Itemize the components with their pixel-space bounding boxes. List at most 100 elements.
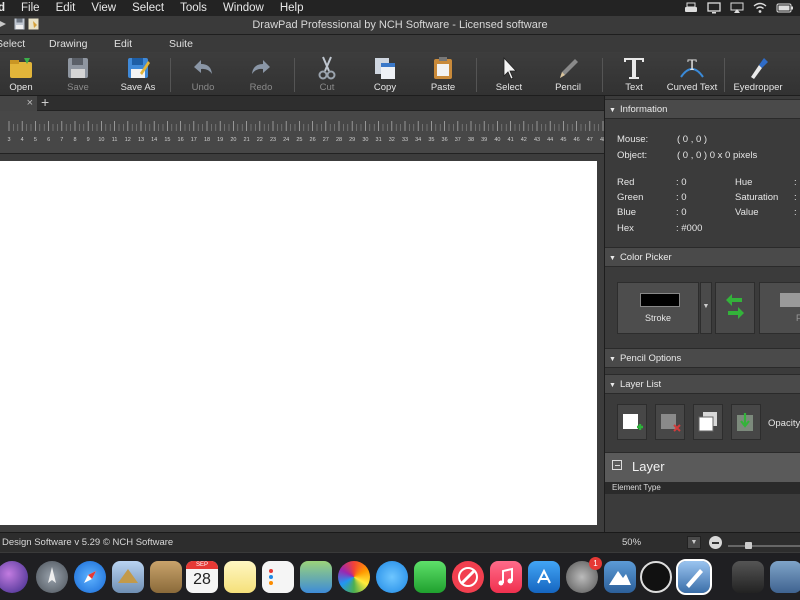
photos-icon[interactable] <box>338 561 370 593</box>
ruler-label: 4 <box>21 137 24 143</box>
zoom-slider[interactable] <box>728 545 800 547</box>
menu-help[interactable]: Help <box>272 2 312 14</box>
zoom-out-button[interactable] <box>709 536 722 549</box>
information-header[interactable]: ▼ Information <box>605 99 800 119</box>
open-button[interactable]: Open <box>4 52 38 96</box>
news-icon[interactable] <box>452 561 484 593</box>
menu-edit[interactable]: Edit <box>48 2 84 14</box>
copy-button[interactable]: Copy <box>368 52 402 96</box>
close-tab-icon[interactable]: × <box>27 96 33 110</box>
ruler-label: 44 <box>547 137 553 143</box>
ruler-label: 24 <box>283 137 289 143</box>
value-label: Value <box>735 207 759 218</box>
tab-select[interactable]: Select <box>0 38 25 50</box>
menu-view[interactable]: View <box>83 2 124 14</box>
ruler-label: 5 <box>34 137 37 143</box>
maps-icon[interactable] <box>300 561 332 593</box>
altitude-icon[interactable] <box>604 561 636 593</box>
menu-tools[interactable]: Tools <box>172 2 215 14</box>
eyedropper-button[interactable]: Eyedropper <box>733 52 783 96</box>
document-tab[interactable]: × <box>0 96 37 111</box>
safari-icon[interactable] <box>74 561 106 593</box>
duplicate-layer-icon <box>698 412 717 432</box>
zoom-dropdown[interactable]: ▼ <box>687 536 701 549</box>
menu-window[interactable]: Window <box>215 2 272 14</box>
display-icon[interactable] <box>707 2 721 14</box>
svg-text:T: T <box>687 58 697 74</box>
collapse-icon[interactable] <box>612 460 622 470</box>
merge-layer-button[interactable] <box>731 404 761 440</box>
undo-button[interactable]: Undo <box>186 52 220 96</box>
layer-list-header[interactable]: ▼ Layer List <box>605 374 800 394</box>
duplicate-layer-button[interactable] <box>693 404 723 440</box>
stroke-color-button[interactable]: Stroke <box>617 282 699 334</box>
ruler-label: 29 <box>349 137 355 143</box>
ruler-label: 8 <box>73 137 76 143</box>
app-menu[interactable]: d <box>0 2 13 14</box>
toolbar-separator <box>602 58 603 92</box>
tab-drawing[interactable]: Drawing <box>49 38 88 50</box>
save-as-button[interactable]: Save As <box>118 52 158 96</box>
drawing-canvas[interactable] <box>0 161 597 525</box>
contacts-icon[interactable] <box>150 561 182 593</box>
downloads-folder-icon[interactable] <box>770 561 800 593</box>
color-picker-header[interactable]: ▼ Color Picker <box>605 247 800 267</box>
drawpad-dock-icon[interactable] <box>676 559 712 595</box>
menu-file[interactable]: File <box>13 2 48 14</box>
pencil-button[interactable]: Pencil <box>551 52 585 96</box>
ribbon-tabs: Select Drawing Edit Suite <box>0 35 800 52</box>
ruler-label: 14 <box>151 137 157 143</box>
notes-icon[interactable] <box>224 561 256 593</box>
wifi-icon[interactable] <box>753 2 767 14</box>
swap-colors-button[interactable] <box>715 282 755 334</box>
mac-dock: SEP 28 1 <box>0 552 800 600</box>
green-label: Green <box>617 192 644 203</box>
layer-section-header[interactable]: Layer <box>605 452 800 482</box>
blue-label: Blue <box>617 207 637 218</box>
facetime-icon[interactable] <box>414 561 446 593</box>
floppy-disk-icon <box>68 58 88 78</box>
shortcut-app-icon[interactable] <box>640 561 672 593</box>
calendar-icon[interactable]: SEP 28 <box>186 561 218 593</box>
airplay-icon[interactable] <box>730 2 744 14</box>
printer-icon[interactable] <box>684 2 698 14</box>
status-bar: Design Software v 5.29 © NCH Software 50… <box>0 532 800 552</box>
delete-layer-button[interactable] <box>655 404 685 440</box>
fill-color-button[interactable]: F <box>759 282 800 334</box>
red-label: Red <box>617 177 635 188</box>
properties-panel: ▼ Information Mouse: ( 0 , 0 ) Object: ( … <box>604 96 800 532</box>
ruler-label: 18 <box>204 137 210 143</box>
stroke-label: Stroke <box>644 313 671 323</box>
curved-text-button[interactable]: T Curved Text <box>664 52 720 96</box>
reminders-icon[interactable] <box>262 561 294 593</box>
ruler-label: 41 <box>508 137 514 143</box>
add-tab-icon[interactable]: + <box>41 94 49 110</box>
element-type-column[interactable]: Element Type <box>605 482 800 494</box>
cut-button[interactable]: Cut <box>310 52 344 96</box>
recent-item-icon[interactable] <box>732 561 764 593</box>
add-layer-button[interactable] <box>617 404 647 440</box>
save-button[interactable]: Save <box>60 52 96 96</box>
paste-button[interactable]: Paste <box>426 52 460 96</box>
tab-suite[interactable]: Suite <box>169 38 193 50</box>
system-preferences-icon[interactable]: 1 <box>566 557 602 593</box>
menu-select[interactable]: Select <box>124 2 172 14</box>
calendar-day: 28 <box>193 571 211 588</box>
zoom-slider-knob[interactable] <box>745 542 752 549</box>
siri-icon[interactable] <box>0 561 28 593</box>
pencil-options-header[interactable]: ▼ Pencil Options <box>605 348 800 368</box>
battery-icon[interactable] <box>776 2 794 14</box>
launchpad-icon[interactable] <box>36 561 68 593</box>
music-icon[interactable] <box>490 561 522 593</box>
stroke-dropdown[interactable]: ▼ <box>700 282 712 334</box>
mail-icon[interactable] <box>112 561 144 593</box>
app-store-icon[interactable] <box>528 561 560 593</box>
tab-edit[interactable]: Edit <box>114 38 132 50</box>
messages-icon[interactable] <box>376 561 408 593</box>
saturation-label: Saturation <box>735 192 779 203</box>
clipboard-icon <box>434 57 452 79</box>
redo-button[interactable]: Redo <box>244 52 278 96</box>
select-button[interactable]: Select <box>492 52 526 96</box>
text-button[interactable]: Text <box>617 52 651 96</box>
calendar-month: SEP <box>186 561 218 569</box>
